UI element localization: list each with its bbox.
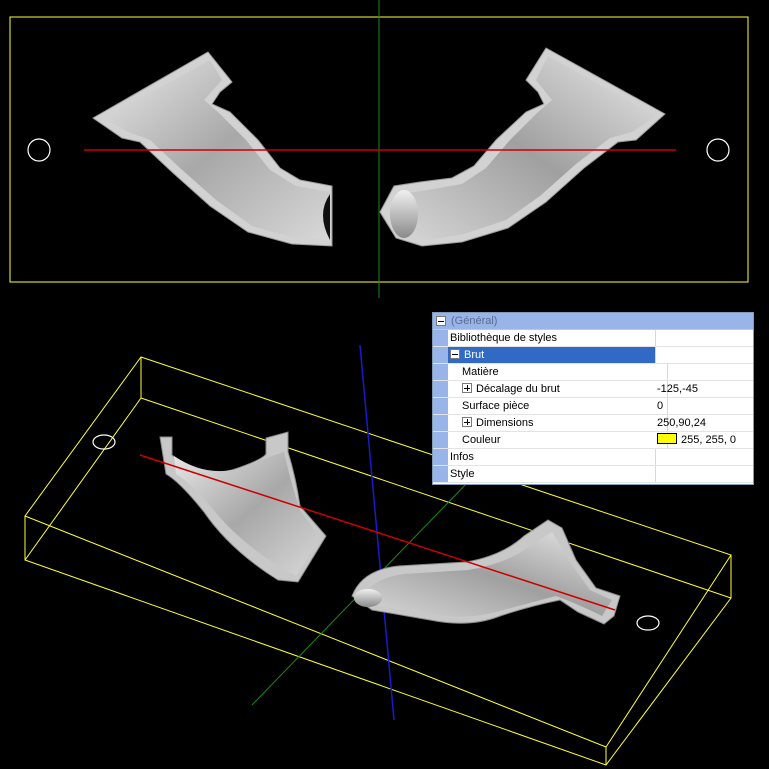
row-gutter — [433, 381, 448, 397]
property-rows: Bibliothèque de styles Brut Matière Décalag… — [433, 330, 753, 483]
property-name[interactable]: Surface pièce — [448, 398, 668, 414]
property-value-text: -125,-45 — [657, 383, 698, 395]
property-value[interactable] — [654, 330, 753, 346]
left-mounting-hole-top — [27, 138, 51, 162]
right-mounting-hole-top — [706, 138, 730, 162]
category-label: (Général) — [451, 315, 498, 327]
right-mounting-hole-iso — [636, 615, 660, 631]
row-gutter — [433, 398, 448, 414]
property-label: Surface pièce — [462, 400, 530, 412]
property-name[interactable]: Bibliothèque de styles — [448, 330, 656, 346]
property-row[interactable]: Infos — [433, 449, 753, 466]
right-elbow-iso — [351, 519, 621, 625]
category-general[interactable]: (Général) — [433, 313, 753, 330]
property-label: Infos — [450, 451, 474, 463]
property-row[interactable]: Couleur 255, 255, 0 — [433, 432, 753, 449]
property-name[interactable]: Matière — [448, 364, 668, 380]
expand-icon[interactable] — [462, 383, 472, 393]
left-elbow-top — [92, 51, 333, 247]
row-gutter — [433, 330, 448, 346]
color-swatch — [657, 433, 677, 444]
property-row[interactable]: Bibliothèque de styles — [433, 330, 753, 347]
property-value[interactable] — [654, 449, 753, 465]
property-value[interactable]: 255, 255, 0 — [654, 432, 753, 448]
collapse-icon[interactable] — [450, 349, 460, 359]
property-row[interactable]: Style — [433, 466, 753, 483]
property-name[interactable]: Infos — [448, 449, 656, 465]
property-value-text: 250,90,24 — [657, 417, 706, 429]
row-gutter — [433, 449, 448, 465]
property-row[interactable]: Dimensions 250,90,24 — [433, 415, 753, 432]
top-view — [9, 0, 749, 298]
property-label: Brut — [464, 349, 485, 361]
expand-icon[interactable] — [462, 417, 472, 427]
property-name[interactable]: Style — [448, 466, 656, 482]
property-value[interactable] — [654, 347, 753, 363]
property-value-text: 0 — [657, 400, 664, 412]
property-label: Dimensions — [476, 417, 534, 429]
property-value[interactable] — [654, 466, 753, 482]
property-grid[interactable]: (Général) Bibliothèque de styles Brut Mati… — [432, 312, 754, 485]
property-label: Décalage du brut — [476, 383, 560, 395]
property-name[interactable]: Dimensions — [448, 415, 668, 431]
property-value-text: 255, 255, 0 — [681, 434, 737, 446]
right-elbow-top — [379, 47, 666, 247]
property-label: Couleur — [462, 434, 501, 446]
property-label: Bibliothèque de styles — [450, 332, 558, 344]
property-value[interactable]: 250,90,24 — [654, 415, 753, 431]
property-value[interactable]: -125,-45 — [654, 381, 753, 397]
row-gutter — [433, 364, 448, 380]
property-name[interactable]: Décalage du brut — [448, 381, 668, 397]
property-name[interactable]: Couleur — [448, 432, 668, 448]
property-row[interactable]: Matière — [433, 364, 753, 381]
row-gutter — [433, 415, 448, 431]
property-label: Matière — [462, 366, 499, 378]
property-name[interactable]: Brut — [448, 347, 656, 363]
property-value[interactable] — [654, 364, 753, 380]
property-value[interactable]: 0 — [654, 398, 753, 414]
row-gutter — [433, 347, 448, 363]
row-gutter — [433, 432, 448, 448]
property-row[interactable]: Surface pièce 0 — [433, 398, 753, 415]
left-mounting-hole-iso — [92, 434, 116, 450]
row-gutter — [433, 466, 448, 482]
property-label: Style — [450, 468, 475, 480]
collapse-icon[interactable] — [436, 316, 446, 326]
property-row[interactable]: Décalage du brut -125,-45 — [433, 381, 753, 398]
property-row[interactable]: Brut — [433, 347, 753, 364]
